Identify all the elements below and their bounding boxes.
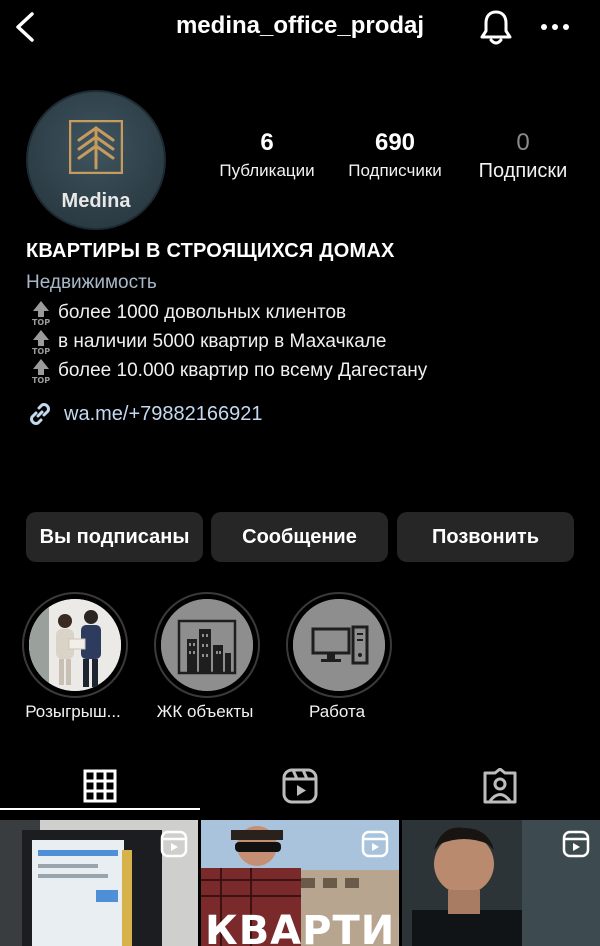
grid-post[interactable]: КВАРТИРЫ	[201, 820, 399, 946]
message-button[interactable]: Сообщение	[211, 512, 388, 562]
buildings-icon	[161, 599, 253, 691]
bio-line-text: более 10.000 квартир по всему Дагестану	[58, 360, 428, 381]
following-count: 0	[516, 129, 530, 156]
bio-link[interactable]: wa.me/+79882166921	[26, 400, 263, 428]
profile-avatar[interactable]: Medina	[26, 90, 166, 230]
followers-count: 690	[374, 129, 416, 156]
more-options-icon[interactable]	[538, 12, 572, 42]
bio-link-text: wa.me/+79882166921	[64, 402, 263, 425]
highlight-cover	[161, 599, 253, 691]
highlight-label: Работа	[308, 702, 366, 721]
call-button[interactable]: Позвонить	[397, 512, 574, 562]
grid-post[interactable]	[402, 820, 600, 946]
following-button[interactable]: Вы подписаны	[26, 512, 203, 562]
following-label: Подписки	[478, 160, 568, 182]
bio-category[interactable]: Недвижимость	[26, 272, 157, 294]
link-icon	[30, 403, 50, 425]
svg-text:TOP: TOP	[32, 318, 50, 326]
bio-line: TOP более 1000 довольных клиентов	[30, 300, 346, 326]
avatar-brand-text: Medina	[61, 190, 131, 212]
stat-following[interactable]: 0 Подписки	[458, 128, 588, 184]
post-overlay-text: КВАРТИРЫ	[205, 908, 399, 946]
notification-bell-icon[interactable]	[478, 8, 514, 46]
bio-line: TOP в наличии 5000 квартир в Махачкале	[30, 329, 386, 355]
computer-icon	[293, 599, 385, 691]
bio-line-text: более 1000 довольных клиентов	[58, 302, 347, 323]
highlight-cover	[293, 599, 385, 691]
tab-posts-grid[interactable]	[0, 764, 200, 808]
posts-label: Публикации	[219, 161, 315, 180]
top-arrow-icon: TOP	[32, 359, 50, 384]
highlight-complexes[interactable]	[154, 592, 260, 698]
reel-badge-icon	[160, 830, 188, 858]
top-bar: medina_office_prodaj	[0, 0, 600, 56]
highlight-giveaway[interactable]	[22, 592, 128, 698]
bio-name: КВАРТИРЫ В СТРОЯЩИХСЯ ДОМАХ	[26, 240, 395, 262]
active-tab-indicator	[0, 808, 200, 810]
highlight-work[interactable]	[286, 592, 392, 698]
stat-posts: 6 Публикации	[202, 128, 332, 184]
bio-line: TOP более 10.000 квартир по всему Дагест…	[30, 358, 427, 384]
reels-icon	[282, 768, 318, 804]
grid-post[interactable]	[0, 820, 198, 946]
highlight-label: Розыгрыш...	[25, 702, 121, 721]
reel-badge-icon	[361, 830, 389, 858]
highlight-label: ЖК объекты	[156, 702, 254, 721]
tagged-user-icon	[483, 768, 517, 804]
top-arrow-icon: TOP	[32, 330, 50, 355]
tab-tagged[interactable]	[400, 764, 600, 808]
grid-icon	[83, 769, 117, 803]
followers-label: Подписчики	[348, 161, 442, 180]
svg-text:TOP: TOP	[32, 347, 50, 355]
medina-logo-icon	[69, 120, 123, 174]
posts-count: 6	[260, 129, 274, 156]
top-arrow-icon: TOP	[32, 301, 50, 326]
stat-followers[interactable]: 690 Подписчики	[330, 128, 460, 184]
people-photo-icon	[29, 599, 121, 691]
reel-badge-icon	[562, 830, 590, 858]
tab-reels[interactable]	[200, 764, 400, 808]
highlight-photo	[29, 599, 121, 691]
svg-text:TOP: TOP	[32, 376, 50, 384]
bio-line-text: в наличии 5000 квартир в Махачкале	[58, 331, 387, 352]
